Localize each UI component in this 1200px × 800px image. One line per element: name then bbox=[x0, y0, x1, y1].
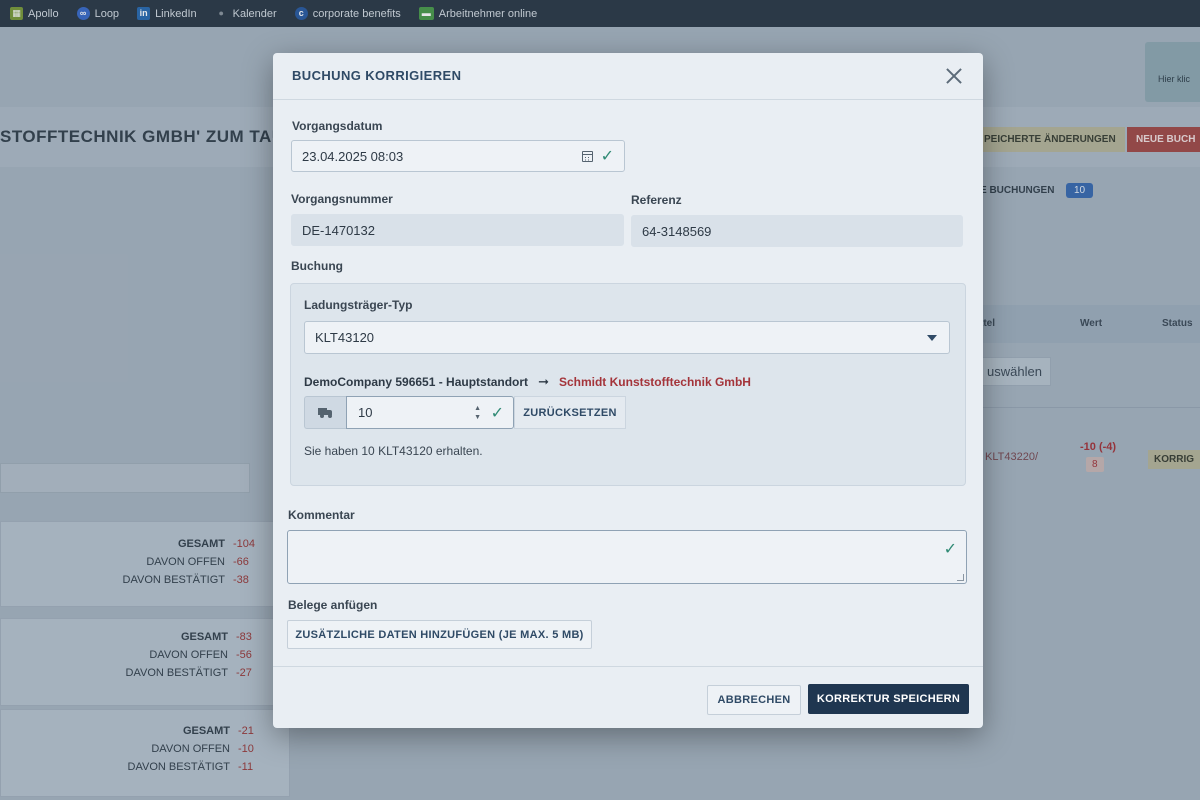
vorgangsnummer-value: DE-1470132 bbox=[302, 222, 375, 238]
truck-icon-box bbox=[304, 396, 346, 429]
close-icon[interactable] bbox=[945, 67, 963, 85]
dialog-title: BUCHUNG KORRIGIEREN bbox=[292, 68, 462, 83]
resize-handle-icon[interactable] bbox=[957, 574, 964, 581]
referenz-label: Referenz bbox=[631, 193, 682, 207]
vorgangsdatum-label: Vorgangsdatum bbox=[292, 119, 383, 133]
belege-label: Belege anfügen bbox=[288, 598, 378, 612]
footer-divider bbox=[273, 666, 983, 667]
route-from: DemoCompany 596651 - Hauptstandort bbox=[304, 375, 529, 389]
ladungstraeger-value: KLT43120 bbox=[315, 330, 375, 345]
vorgangsdatum-value: 23.04.2025 08:03 bbox=[302, 148, 404, 164]
quantity-value: 10 bbox=[358, 405, 373, 420]
vorgangsnummer-field: DE-1470132 bbox=[291, 214, 624, 246]
reset-button[interactable]: ZURÜCKSETZEN bbox=[514, 396, 626, 429]
quantity-row: 10 ▲ ▼ ✓ ZURÜCKSETZEN bbox=[304, 396, 626, 429]
save-correction-button[interactable]: KORREKTUR SPEICHERN bbox=[808, 684, 969, 714]
quantity-stepper[interactable]: 10 ▲ ▼ ✓ bbox=[346, 396, 514, 429]
kommentar-label: Kommentar bbox=[288, 508, 355, 522]
cancel-button[interactable]: ABBRECHEN bbox=[707, 685, 801, 715]
calendar-icon[interactable] bbox=[581, 150, 593, 162]
correct-booking-dialog: BUCHUNG KORRIGIEREN Vorgangsdatum 23.04.… bbox=[273, 53, 983, 728]
comment-textarea[interactable]: ✓ bbox=[287, 530, 967, 584]
check-icon: ✓ bbox=[490, 405, 504, 422]
truck-icon bbox=[318, 408, 333, 418]
route: DemoCompany 596651 - Hauptstandort ➞ Sch… bbox=[304, 374, 751, 390]
chevron-down-icon bbox=[927, 335, 937, 341]
stepper-arrows-icon[interactable]: ▲ ▼ bbox=[474, 404, 481, 422]
vorgangsdatum-field[interactable]: 23.04.2025 08:03 ✓ bbox=[291, 140, 625, 172]
add-data-button[interactable]: ZUSÄTZLICHE DATEN HINZUFÜGEN (JE MAX. 5 … bbox=[287, 620, 592, 649]
dialog-header: BUCHUNG KORRIGIEREN bbox=[273, 53, 983, 100]
check-icon: ✓ bbox=[600, 148, 614, 165]
ladungstraeger-label: Ladungsträger-Typ bbox=[304, 298, 413, 312]
arrow-right-icon: ➞ bbox=[538, 374, 549, 389]
booking-section: Ladungsträger-Typ KLT43120 DemoCompany 5… bbox=[290, 283, 966, 486]
check-icon: ✓ bbox=[943, 541, 957, 558]
buchung-label: Buchung bbox=[291, 259, 343, 273]
received-text: Sie haben 10 KLT43120 erhalten. bbox=[304, 444, 483, 458]
ladungstraeger-select[interactable]: KLT43120 bbox=[304, 321, 950, 354]
route-to: Schmidt Kunststofftechnik GmbH bbox=[558, 375, 751, 389]
vorgangsnummer-label: Vorgangsnummer bbox=[291, 192, 393, 206]
referenz-field: 64-3148569 bbox=[631, 215, 963, 247]
referenz-value: 64-3148569 bbox=[642, 223, 712, 239]
